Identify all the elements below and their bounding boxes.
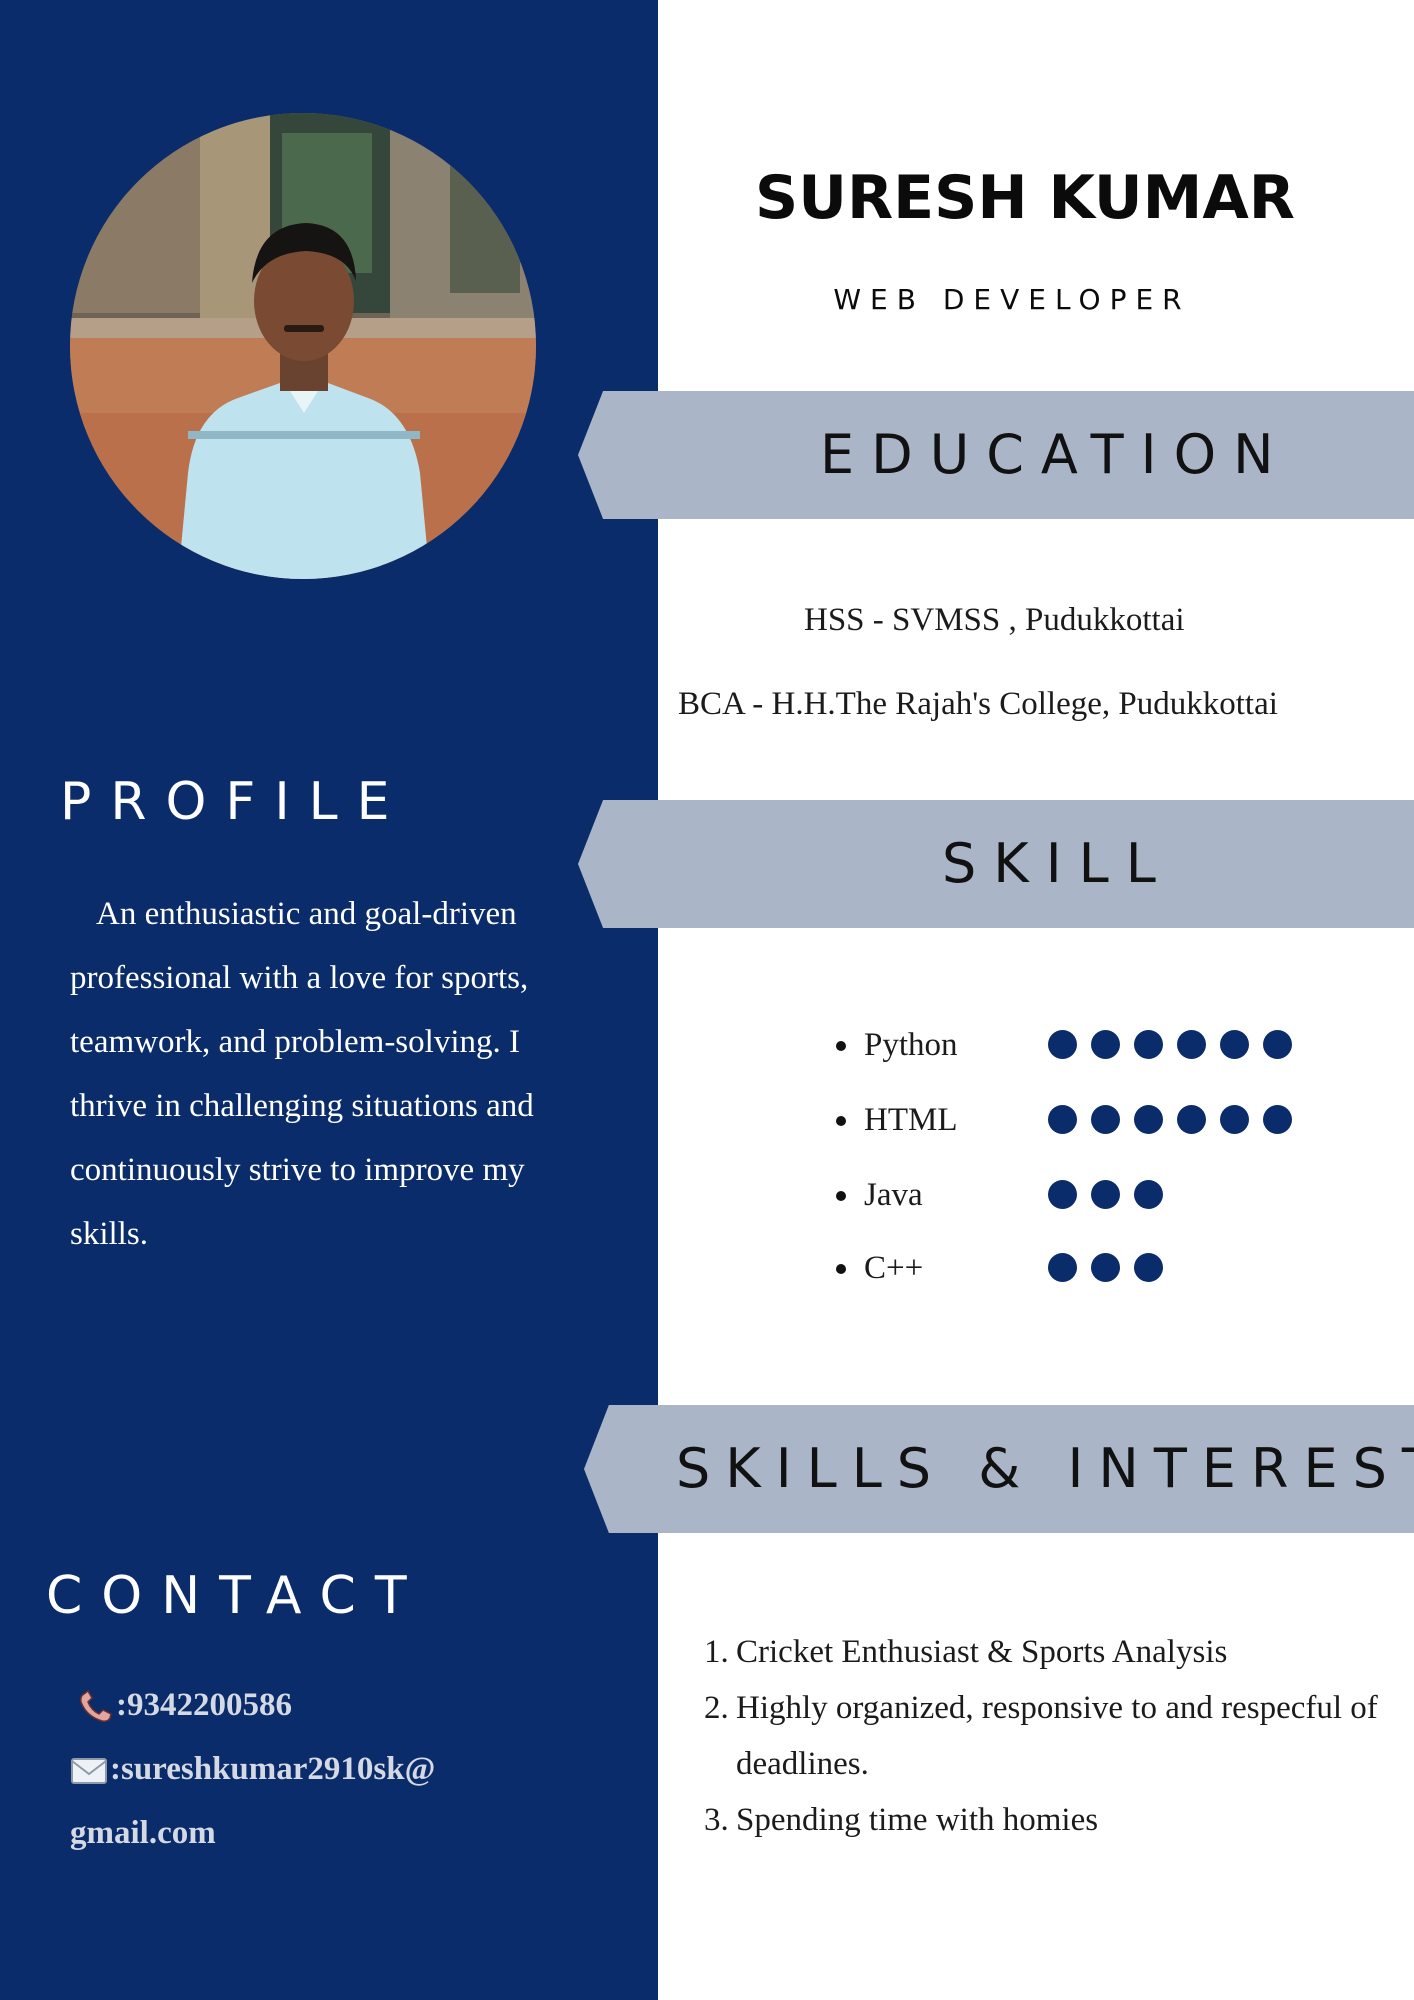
candidate-role: WEB DEVELOPER bbox=[833, 283, 1191, 316]
phone-number[interactable]: :9342200586 bbox=[116, 1687, 292, 1723]
interest-number: 2. bbox=[704, 1690, 729, 1726]
skill-row-cpp: C++ bbox=[836, 1248, 1336, 1288]
skill-dot bbox=[1263, 1030, 1292, 1059]
email-icon bbox=[70, 1756, 108, 1786]
candidate-name: SURESH KUMAR bbox=[755, 163, 1295, 233]
skill-dot bbox=[1091, 1180, 1120, 1209]
interest-heading: SKILLS & INTEREST bbox=[676, 1437, 1414, 1500]
interest-item: 3. Spending time with homies bbox=[700, 1792, 1380, 1848]
bullet-icon bbox=[836, 1116, 846, 1126]
education-banner: EDUCATION bbox=[578, 391, 1414, 519]
sidebar: PROFILE An enthusiastic and goal-driven … bbox=[0, 0, 658, 2000]
skill-dot bbox=[1134, 1180, 1163, 1209]
skill-name: HTML bbox=[864, 1102, 958, 1138]
interest-text: Highly organized, responsive to and resp… bbox=[736, 1690, 1378, 1782]
interest-item: 1. Cricket Enthusiast & Sports Analysis bbox=[700, 1624, 1380, 1680]
interest-banner: SKILLS & INTEREST bbox=[584, 1405, 1414, 1533]
skill-dot bbox=[1220, 1105, 1249, 1134]
phone-icon bbox=[78, 1690, 114, 1724]
email-address-line2[interactable]: gmail.com bbox=[70, 1817, 216, 1850]
skill-banner: SKILL bbox=[578, 800, 1414, 928]
email-address-line1[interactable]: :sureshkumar2910sk@ bbox=[110, 1751, 435, 1787]
skill-row-java: Java bbox=[836, 1175, 1336, 1215]
skill-dot bbox=[1048, 1180, 1077, 1209]
skill-dot bbox=[1134, 1105, 1163, 1134]
skill-dot bbox=[1091, 1030, 1120, 1059]
bullet-icon bbox=[836, 1041, 846, 1051]
skill-row-python: Python bbox=[836, 1025, 1336, 1065]
skill-dot bbox=[1263, 1105, 1292, 1134]
interest-text: Spending time with homies bbox=[736, 1802, 1099, 1838]
bullet-icon bbox=[836, 1191, 846, 1201]
skill-name: Java bbox=[864, 1177, 923, 1213]
skill-row-html: HTML bbox=[836, 1100, 1336, 1140]
skill-dot bbox=[1134, 1253, 1163, 1282]
skill-dot bbox=[1091, 1105, 1120, 1134]
skill-dot bbox=[1048, 1030, 1077, 1059]
profile-text: An enthusiastic and goal-driven professi… bbox=[70, 896, 534, 1252]
education-entry: BCA - H.H.The Rajah's College, Pudukkott… bbox=[678, 686, 1278, 722]
interest-text: Cricket Enthusiast & Sports Analysis bbox=[736, 1634, 1228, 1670]
skill-dot bbox=[1048, 1253, 1077, 1282]
contact-phone: :9342200586 bbox=[78, 1689, 292, 1724]
skill-dot bbox=[1177, 1105, 1206, 1134]
skill-dot bbox=[1048, 1105, 1077, 1134]
profile-photo bbox=[70, 113, 536, 579]
skill-dot bbox=[1134, 1030, 1163, 1059]
profile-photo-image bbox=[70, 113, 536, 579]
skill-name: C++ bbox=[864, 1250, 924, 1286]
skill-dot bbox=[1177, 1030, 1206, 1059]
skill-dot bbox=[1091, 1253, 1120, 1282]
skill-name: Python bbox=[864, 1027, 958, 1063]
education-heading: EDUCATION bbox=[820, 423, 1291, 486]
education-entry: HSS - SVMSS , Pudukkottai bbox=[804, 602, 1185, 638]
interest-item: 2. Highly organized, responsive to and r… bbox=[700, 1680, 1380, 1792]
interest-number: 1. bbox=[704, 1634, 729, 1670]
contact-heading: CONTACT bbox=[46, 1566, 426, 1626]
skill-heading: SKILL bbox=[942, 832, 1173, 895]
bullet-icon bbox=[836, 1264, 846, 1274]
contact-email: :sureshkumar2910sk@ bbox=[70, 1753, 435, 1786]
profile-heading: PROFILE bbox=[60, 772, 409, 832]
interest-number: 3. bbox=[704, 1802, 729, 1838]
skill-dot bbox=[1220, 1030, 1249, 1059]
interest-list: 1. Cricket Enthusiast & Sports Analysis … bbox=[700, 1624, 1380, 1848]
